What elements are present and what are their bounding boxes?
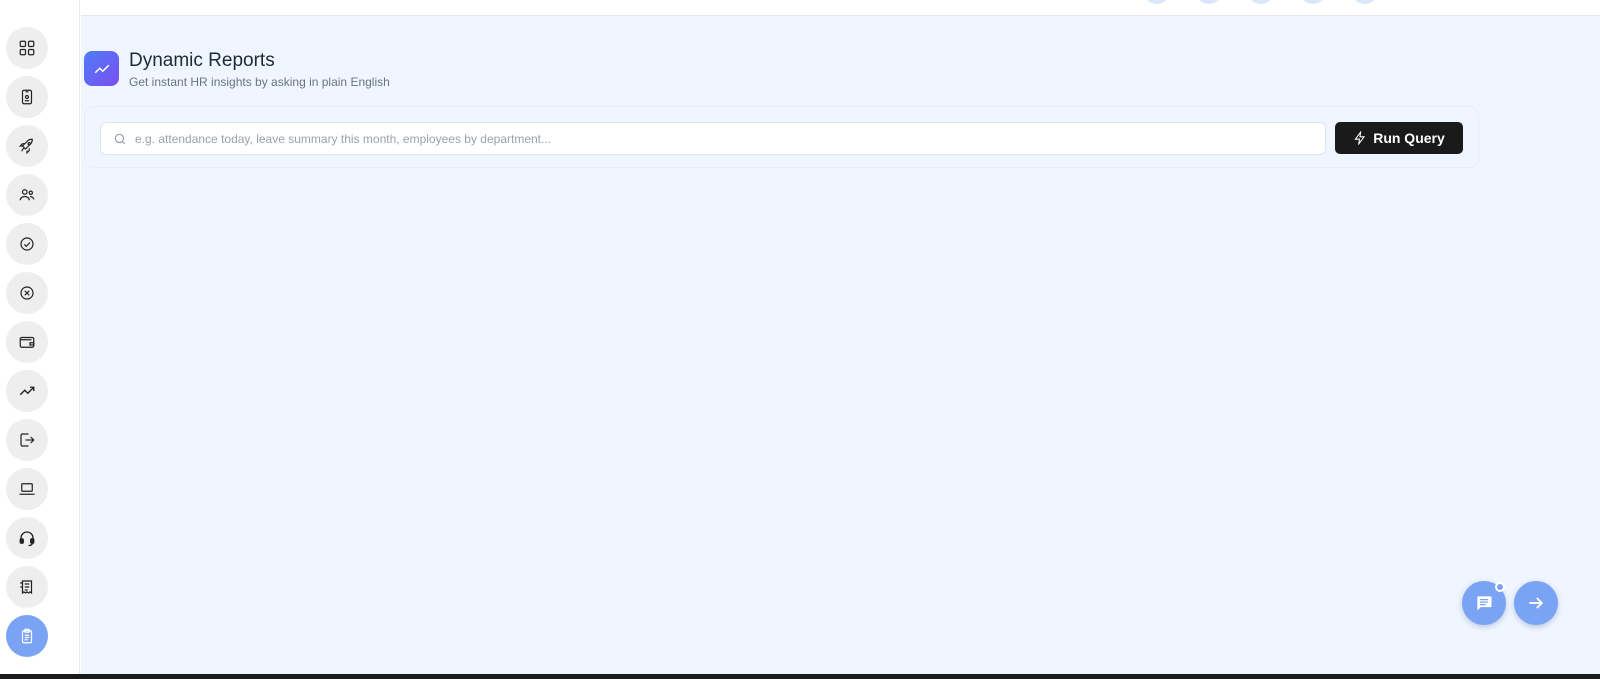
query-panel: Run Query [84,106,1479,168]
topbar-avatar-1[interactable] [1143,0,1171,4]
run-query-button[interactable]: Run Query [1335,122,1463,154]
topbar-avatar-4[interactable] [1299,0,1327,4]
chat-button[interactable] [1462,581,1506,625]
approval-check-icon [20,237,34,251]
app-window: Dynamic Reports Get instant HR insights … [0,0,1600,679]
next-button[interactable] [1514,581,1558,625]
id-card-icon [21,89,33,105]
topbar-avatar-2[interactable] [1195,0,1223,4]
clipboard-icon [21,628,33,644]
laptop-icon [19,483,35,495]
sidebar-item-payroll[interactable] [6,321,48,363]
sidebar-item-expenses[interactable] [6,566,48,608]
topbar-avatar-5[interactable] [1351,0,1379,4]
sidebar-item-tasks[interactable] [6,615,48,657]
chat-icon [1477,596,1492,611]
run-query-label: Run Query [1373,130,1445,146]
sidebar [0,0,80,674]
main-content: Dynamic Reports Get instant HR insights … [81,0,1600,674]
arrow-right-icon [1529,597,1544,609]
trend-line-icon [19,386,35,396]
sidebar-item-profile[interactable] [6,76,48,118]
notification-dot [1495,582,1505,592]
sidebar-item-onboarding[interactable] [6,125,48,167]
sidebar-item-support[interactable] [6,517,48,559]
sidebar-item-exit[interactable] [6,419,48,461]
reports-header-icon [84,51,119,86]
topbar-avatar-3[interactable] [1247,0,1275,4]
dashboard-grid-icon [19,40,35,56]
receipt-icon [20,580,33,595]
sidebar-item-dashboard[interactable] [6,27,48,69]
sidebar-item-reports[interactable] [6,370,48,412]
page-title: Dynamic Reports [129,50,275,71]
sidebar-item-employees[interactable] [6,174,48,216]
query-input[interactable] [135,123,1315,154]
logout-icon [20,433,35,447]
sidebar-item-approvals[interactable] [6,223,48,265]
headset-icon [19,531,35,547]
query-search-box[interactable] [100,122,1326,155]
bottom-edge [0,674,1600,679]
wallet-icon [19,336,35,348]
top-bar [81,0,1600,16]
users-icon [19,189,35,201]
lightning-icon [1354,131,1366,145]
page-subtitle: Get instant HR insights by asking in pla… [129,75,390,89]
rocket-icon [18,138,33,155]
trend-line-icon [94,64,109,73]
sidebar-item-assets[interactable] [6,468,48,510]
search-icon [114,133,126,144]
sidebar-item-rejections[interactable] [6,272,48,314]
cancel-circle-icon [20,286,34,300]
